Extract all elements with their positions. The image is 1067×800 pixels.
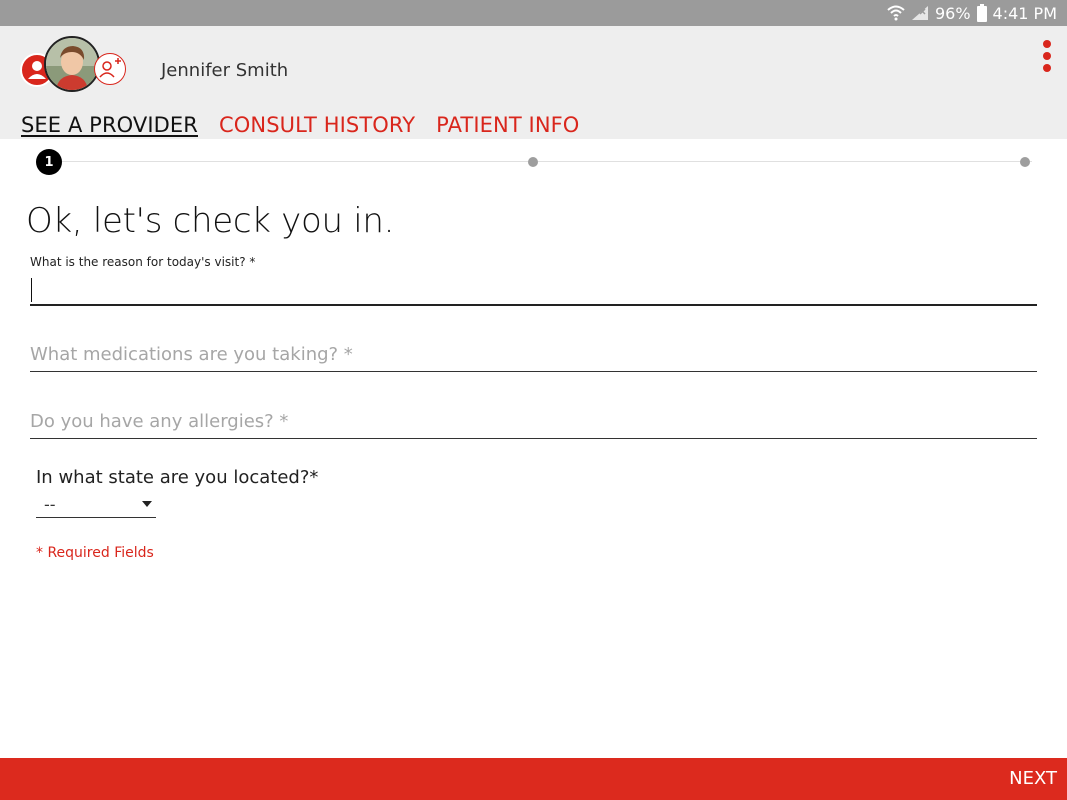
tab-patient-info[interactable]: PATIENT INFO — [436, 112, 579, 138]
text-cursor — [31, 278, 32, 302]
medications-field[interactable]: What medications are you taking? * — [30, 340, 1037, 372]
stepper-track — [56, 161, 1032, 162]
battery-icon — [976, 4, 987, 22]
battery-percent: 96% — [934, 3, 971, 23]
allergies-placeholder: Do you have any allergies? * — [30, 411, 289, 432]
state-field-label: In what state are you located?* — [36, 467, 319, 488]
state-select-value: -- — [44, 495, 56, 514]
medications-placeholder: What medications are you taking? * — [30, 344, 353, 365]
status-bar: 96% 4:41 PM — [0, 0, 1067, 26]
reason-input[interactable] — [30, 274, 1037, 306]
profile-switcher[interactable] — [20, 36, 130, 96]
page-title: Ok, let's check you in. — [26, 201, 395, 241]
tab-consult-history[interactable]: CONSULT HISTORY — [219, 112, 415, 138]
tab-bar: SEE A PROVIDER CONSULT HISTORY PATIENT I… — [21, 112, 579, 138]
step-indicator-2 — [528, 157, 538, 167]
required-fields-note: * Required Fields — [36, 545, 154, 561]
signal-icon — [911, 5, 929, 21]
state-select[interactable]: -- — [36, 493, 156, 518]
avatar[interactable] — [44, 36, 100, 92]
step-indicator-3 — [1020, 157, 1030, 167]
user-name: Jennifer Smith — [161, 60, 289, 81]
chevron-down-icon — [142, 501, 152, 507]
clock: 4:41 PM — [992, 3, 1057, 23]
reason-field-label: What is the reason for today's visit? * — [30, 255, 256, 269]
wifi-icon — [887, 5, 905, 21]
progress-stepper: 1 — [36, 149, 1036, 175]
next-button[interactable]: NEXT — [1009, 768, 1057, 789]
allergies-field[interactable]: Do you have any allergies? * — [30, 407, 1037, 439]
bottom-action-bar: NEXT — [0, 758, 1067, 800]
add-user-icon[interactable] — [94, 53, 126, 85]
app-header: Jennifer Smith SEE A PROVIDER CONSULT HI… — [0, 26, 1067, 139]
step-indicator-current: 1 — [36, 149, 62, 175]
tab-see-a-provider[interactable]: SEE A PROVIDER — [21, 112, 198, 138]
overflow-menu-icon[interactable] — [1040, 40, 1054, 74]
